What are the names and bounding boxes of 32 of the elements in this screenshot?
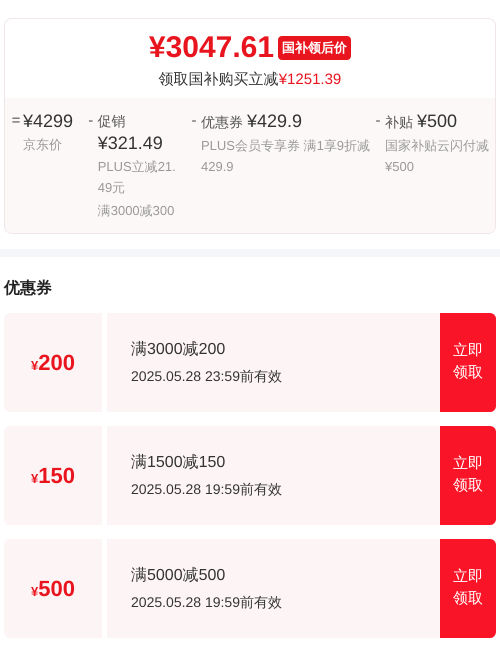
coupon-condition: 满3000减200 (131, 340, 226, 360)
breakdown-label: 优惠券 (201, 112, 243, 132)
breakdown-note: 国家补贴云闪付减¥500 (385, 136, 490, 176)
saving-text: 领取国补购买立减¥1251.39 (158, 70, 342, 90)
coupon-validity: 2025.05.28 19:59前有效 (131, 480, 283, 498)
operator-sign: - (374, 110, 382, 130)
breakdown-amount: ¥321.49 (98, 132, 163, 154)
claim-button[interactable]: 立即领取 (440, 538, 496, 638)
section-title: 优惠券 (2, 278, 53, 298)
operator-sign: - (190, 110, 198, 130)
breakdown-note: PLUS会员专享券 满1享9折减429.9 (201, 136, 371, 176)
claim-button[interactable]: 立即领取 (440, 312, 496, 412)
operator-sign: - (87, 110, 94, 130)
coupon-amount: ¥200 (31, 348, 75, 376)
breakdown-label: 补贴 (385, 112, 413, 132)
final-price: ¥3047.61 (148, 33, 274, 63)
breakdown-note: PLUS立减21.49元 (98, 158, 177, 196)
breakdown-note: 京东价 (23, 136, 63, 154)
coupon-condition: 满5000减500 (131, 566, 226, 586)
breakdown-note: 满3000减300 (98, 202, 176, 220)
breakdown-amount: ¥429.9 (247, 110, 302, 132)
coupon-amount: ¥500 (31, 574, 75, 602)
coupon-condition: 满1500减150 (131, 452, 226, 472)
coupon-amount: ¥150 (31, 462, 75, 490)
coupon-validity: 2025.05.28 23:59前有效 (131, 366, 283, 386)
breakdown-label: 促销 (98, 112, 126, 130)
price-tag: 国补领后价 (278, 36, 352, 60)
coupon-validity: 2025.05.28 19:59前有效 (131, 592, 283, 612)
breakdown-amount: ¥500 (417, 110, 458, 132)
claim-button[interactable]: 立即领取 (440, 426, 496, 524)
breakdown-amount: ¥4299 (23, 110, 74, 132)
operator-sign: = (10, 110, 22, 130)
